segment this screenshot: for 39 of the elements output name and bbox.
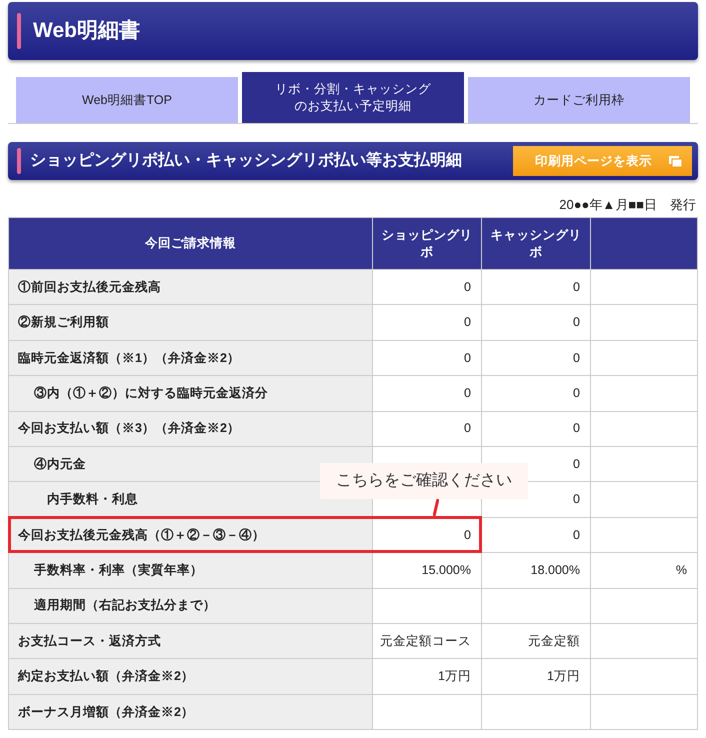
- table-cell: 0: [482, 376, 590, 412]
- leader-line: [433, 499, 439, 516]
- table-cell: 0: [482, 340, 590, 376]
- row-label: 約定お支払い額（弁済金※2）: [8, 658, 372, 694]
- window-icon: [669, 156, 682, 166]
- table-cell: 1万円: [372, 658, 482, 694]
- table-cell: 0: [372, 376, 482, 412]
- table-cell: 元金定額: [482, 623, 590, 659]
- table-cell: 0: [482, 517, 590, 553]
- tab[interactable]: リボ・分割・キャッシングのお支払い予定明細: [242, 72, 464, 123]
- page-title: Web明細書: [33, 18, 140, 44]
- row-label: ①前回お支払後元金残高: [8, 270, 372, 305]
- column-header: 今回ご請求情報: [8, 218, 372, 270]
- row-label: 手数料率・利率（実質年率）: [8, 552, 372, 588]
- tab[interactable]: Web明細書TOP: [16, 77, 238, 123]
- table-cell: 0: [372, 340, 482, 376]
- tab[interactable]: カードご利用枠: [468, 77, 690, 123]
- table-cell: 0: [482, 270, 590, 305]
- row-label: 今回お支払い額（※3）（弁済金※2）: [8, 411, 372, 446]
- row-label: ボーナス月増額（弁済金※2）: [8, 694, 372, 730]
- table-cell: 0: [372, 304, 482, 340]
- table-cell: %: [590, 552, 698, 588]
- table-cell: 0: [372, 411, 482, 446]
- table-cell: 0: [482, 411, 590, 446]
- row-label: お支払コース・返済方式: [8, 623, 372, 659]
- table-cell: 18.000%: [482, 552, 590, 588]
- table-cell: 15.000%: [372, 552, 482, 588]
- row-label: 臨時元金返済額（※1）（弁済金※2）: [8, 340, 372, 376]
- row-label: ③内（①＋②）に対する臨時元金返済分: [8, 376, 372, 412]
- row-label: ②新規ご利用額: [8, 304, 372, 340]
- column-header: キャッシングリボ: [482, 218, 590, 270]
- column-header: ショッピングリボ: [372, 218, 482, 270]
- issue-date: 20●●年▲月■■日 発行: [559, 196, 696, 213]
- section-title: ショッピングリボ払い・キャッシングリボ払い等お支払明細: [30, 150, 463, 171]
- table-cell: 1万円: [482, 658, 590, 694]
- table-cell: 0: [482, 304, 590, 340]
- table-cell: 0: [372, 270, 482, 305]
- table-cell: 元金定額コース: [372, 623, 482, 659]
- row-label: 適用期間（右記お支払分まで）: [8, 588, 372, 624]
